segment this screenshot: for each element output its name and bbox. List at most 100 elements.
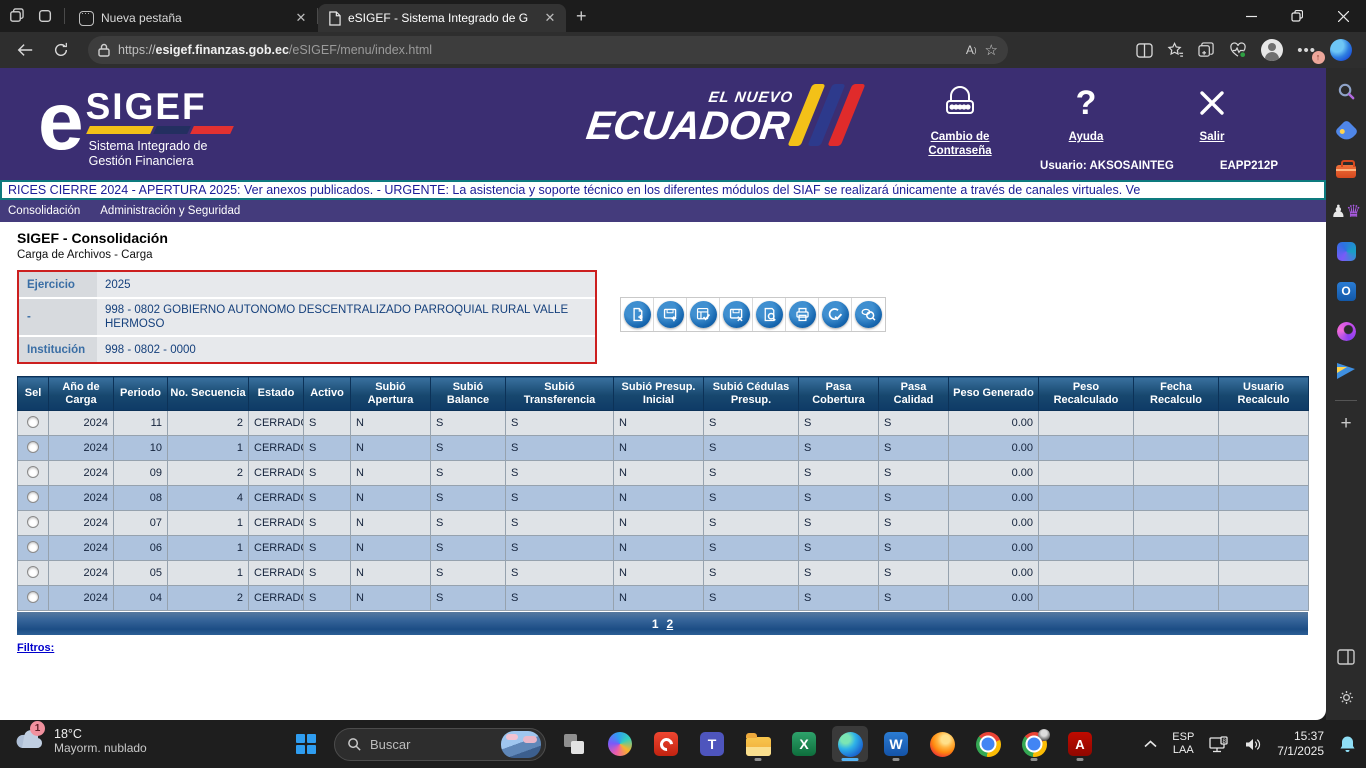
confirm-check-button[interactable] bbox=[819, 298, 852, 331]
tab-close-icon[interactable]: ✕ bbox=[293, 10, 309, 26]
page-link-2[interactable]: 2 bbox=[667, 617, 674, 631]
row-select-radio[interactable] bbox=[27, 566, 39, 578]
delete-record-button[interactable] bbox=[720, 298, 753, 331]
selection-form: Ejercicio 2025 - 998 - 0802 GOBIERNO AUT… bbox=[17, 270, 597, 364]
row-select-radio[interactable] bbox=[27, 441, 39, 453]
tabstrip-divider bbox=[64, 8, 65, 24]
print-button[interactable] bbox=[786, 298, 819, 331]
network-icon[interactable]: 8 bbox=[1209, 736, 1229, 753]
row-select-radio[interactable] bbox=[27, 491, 39, 503]
microsoft365-sidebar-icon[interactable] bbox=[1333, 238, 1359, 264]
browser-tab-esigef[interactable]: eSIGEF - Sistema Integrado de G ✕ bbox=[318, 4, 566, 32]
user-label: Usuario: AKSOSAINTEG bbox=[1040, 160, 1174, 172]
chrome-icon[interactable] bbox=[970, 726, 1006, 762]
row-select-radio[interactable] bbox=[27, 591, 39, 603]
preview-document-button[interactable] bbox=[753, 298, 786, 331]
settings-more-icon[interactable]: ••• ↑ bbox=[1297, 42, 1316, 59]
page-title: SIGEF - Consolidación bbox=[17, 230, 1326, 246]
file-explorer-icon[interactable] bbox=[740, 726, 776, 762]
system-tray: ESP LAA 8 15:37 7/1/2025 bbox=[1144, 720, 1356, 768]
volume-icon[interactable] bbox=[1244, 737, 1262, 752]
games-sidebar-icon[interactable]: ♟♛ bbox=[1333, 198, 1359, 224]
search-highlight-image[interactable] bbox=[501, 731, 541, 758]
sidebar-settings-gear-icon[interactable] bbox=[1333, 684, 1359, 710]
copilot-icon[interactable] bbox=[1330, 39, 1352, 61]
menu-item[interactable]: Administración y Seguridad bbox=[100, 205, 240, 217]
search-records-button[interactable] bbox=[852, 298, 885, 331]
tab-title: Nueva pestaña bbox=[101, 11, 286, 25]
menu-item[interactable]: Consolidación bbox=[8, 205, 80, 217]
row-select-radio[interactable] bbox=[27, 466, 39, 478]
address-bar[interactable]: https://esigef.finanzas.gob.ec/eSIGEF/me… bbox=[88, 36, 1008, 64]
firefox-icon[interactable] bbox=[924, 726, 960, 762]
browser-essentials-icon[interactable] bbox=[1229, 42, 1247, 58]
filters-link[interactable]: Filtros: bbox=[17, 642, 54, 654]
column-header: Año de Carga bbox=[49, 377, 114, 411]
tray-chevron-icon[interactable] bbox=[1144, 740, 1157, 748]
help-button[interactable]: ? Ayuda bbox=[1042, 80, 1130, 158]
exit-button[interactable]: Salir bbox=[1168, 80, 1256, 158]
tab-title: eSIGEF - Sistema Integrado de G bbox=[348, 11, 535, 25]
collections-icon[interactable] bbox=[1198, 42, 1215, 58]
favorites-icon[interactable] bbox=[1167, 42, 1184, 58]
row-select-radio[interactable] bbox=[27, 416, 39, 428]
tab-search-icon[interactable] bbox=[30, 4, 60, 28]
edge-icon[interactable] bbox=[832, 726, 868, 762]
browser-tab-nueva-pestana[interactable]: Nueva pestaña ✕ bbox=[69, 4, 317, 32]
word-icon[interactable]: W bbox=[878, 726, 914, 762]
main-content: SIGEF - Consolidación Carga de Archivos … bbox=[0, 222, 1326, 656]
ecuador-stripes bbox=[800, 84, 853, 146]
acrobat-icon[interactable]: A bbox=[1062, 726, 1098, 762]
back-button[interactable] bbox=[10, 36, 40, 64]
tab-close-icon[interactable]: ✕ bbox=[542, 10, 558, 26]
table-row: 2024051 CERRADOSNS SNSS S0.00 bbox=[18, 561, 1309, 586]
task-view-button[interactable] bbox=[556, 726, 592, 762]
shopping-sidebar-icon[interactable] bbox=[1333, 118, 1359, 144]
excel-icon[interactable]: X bbox=[786, 726, 822, 762]
table-row: 2024092 CERRADOSNS SNSS S0.00 bbox=[18, 461, 1309, 486]
profile-avatar[interactable] bbox=[1261, 39, 1283, 61]
clock[interactable]: 15:37 7/1/2025 bbox=[1277, 729, 1324, 759]
table-row: 2024112 CERRADOSNS SNSS S0.00 bbox=[18, 411, 1309, 436]
lock-icon[interactable] bbox=[98, 43, 110, 57]
column-header: Peso Generado bbox=[949, 377, 1039, 411]
change-password-button[interactable]: Cambio de Contraseña bbox=[916, 80, 1004, 158]
search-sidebar-icon[interactable] bbox=[1333, 78, 1359, 104]
favorite-star-icon[interactable]: ☆ bbox=[985, 41, 998, 59]
column-header: Estado bbox=[249, 377, 304, 411]
outlook-sidebar-icon[interactable]: O bbox=[1333, 278, 1359, 304]
copilot-taskbar-icon[interactable] bbox=[602, 726, 638, 762]
refresh-button[interactable] bbox=[46, 36, 76, 64]
split-screen-icon[interactable] bbox=[1136, 43, 1153, 58]
user-info: Usuario: AKSOSAINTEG EAPP212P bbox=[1040, 160, 1278, 172]
pdf-app-icon[interactable] bbox=[648, 726, 684, 762]
read-aloud-icon[interactable]: A) bbox=[966, 43, 977, 57]
tools-sidebar-icon[interactable] bbox=[1333, 158, 1359, 184]
notification-bell-icon[interactable] bbox=[1339, 735, 1356, 754]
weather-widget[interactable]: 1 18°C Mayorm. nublado bbox=[14, 726, 147, 755]
table-row: 2024084 CERRADOSNS SNSS S0.00 bbox=[18, 486, 1309, 511]
paper-plane-sidebar-icon[interactable] bbox=[1333, 358, 1359, 384]
row-select-radio[interactable] bbox=[27, 541, 39, 553]
drop-sidebar-icon[interactable] bbox=[1333, 318, 1359, 344]
add-sidebar-app-button[interactable]: + bbox=[1340, 413, 1351, 435]
workspaces-icon[interactable] bbox=[0, 4, 30, 28]
window-close-button[interactable] bbox=[1320, 0, 1366, 32]
url-text[interactable]: https://esigef.finanzas.gob.ec/eSIGEF/me… bbox=[118, 43, 958, 57]
new-tab-button[interactable]: + bbox=[576, 6, 587, 27]
table-row: 2024042 CERRADOSNS SNSS S0.00 bbox=[18, 586, 1309, 611]
start-button[interactable] bbox=[288, 726, 324, 762]
new-record-button[interactable] bbox=[621, 298, 654, 331]
row-select-radio[interactable] bbox=[27, 516, 39, 528]
teams-icon[interactable]: T bbox=[694, 726, 730, 762]
window-controls bbox=[1228, 0, 1366, 32]
upload-save-button[interactable] bbox=[654, 298, 687, 331]
chrome-profile-icon[interactable] bbox=[1016, 726, 1052, 762]
sidebar-panel-icon[interactable] bbox=[1333, 644, 1359, 670]
validate-form-button[interactable] bbox=[687, 298, 720, 331]
language-indicator[interactable]: ESP LAA bbox=[1172, 731, 1194, 757]
taskbar-search[interactable]: Buscar bbox=[334, 728, 546, 761]
column-header: Subió Cédulas Presup. bbox=[704, 377, 799, 411]
window-minimize-button[interactable] bbox=[1228, 0, 1274, 32]
window-restore-button[interactable] bbox=[1274, 0, 1320, 32]
